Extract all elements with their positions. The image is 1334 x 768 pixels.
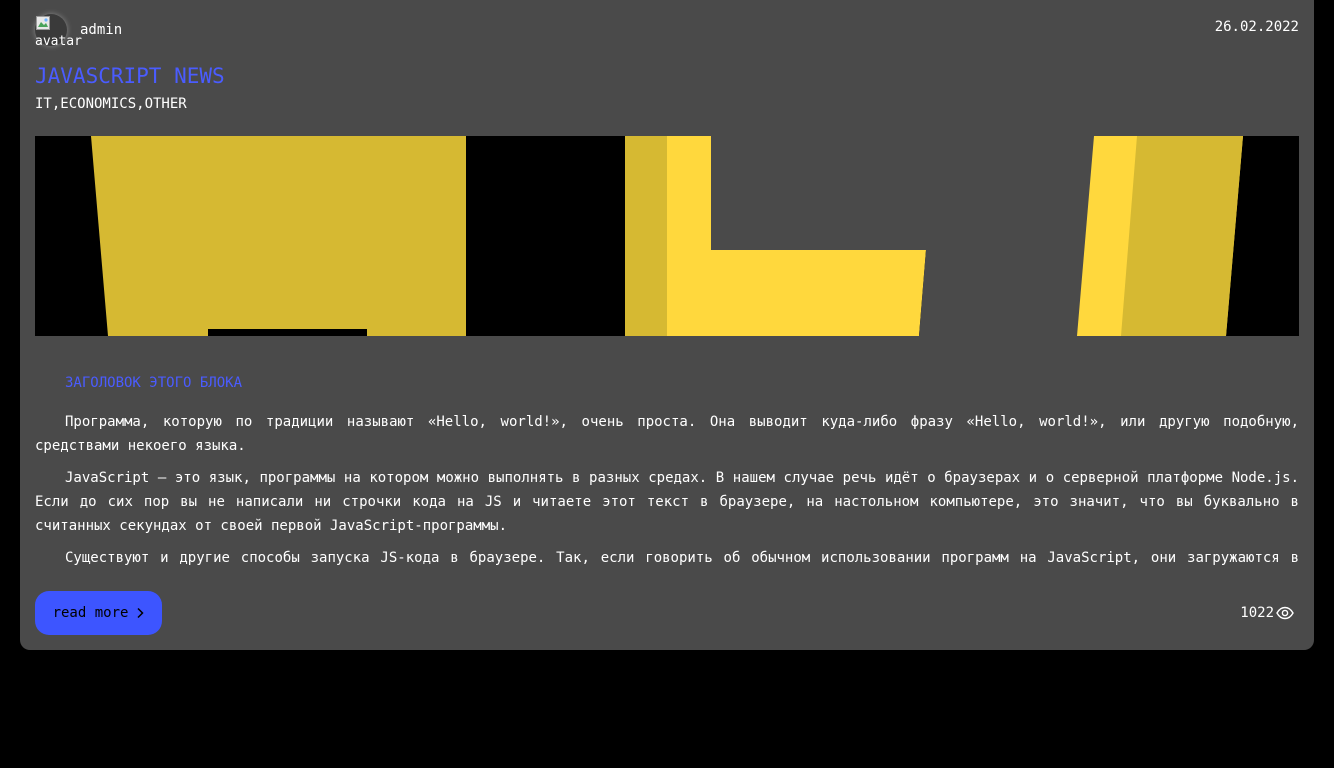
avatar-alt-text: avatar bbox=[35, 34, 82, 49]
avatar[interactable]: avatar bbox=[35, 14, 82, 49]
post-date: 26.02.2022 bbox=[1214, 19, 1299, 35]
paragraph: Существуют и другие способы запуска JS-к… bbox=[65, 550, 1299, 566]
paragraph: Программа, которую по традиции называют … bbox=[35, 414, 1299, 454]
eye-icon bbox=[1276, 606, 1294, 620]
view-counter: 1022 bbox=[1240, 605, 1294, 621]
js-logo-image bbox=[35, 136, 1299, 336]
paragraph: JavaScript — это язык, программы на кото… bbox=[35, 470, 1299, 534]
post-card: avatar admin 26.02.2022 JAVASCRIPT NEWS … bbox=[20, 0, 1314, 650]
chevron-right-icon bbox=[136, 607, 144, 619]
post-title[interactable]: JAVASCRIPT NEWS bbox=[35, 63, 225, 89]
view-count: 1022 bbox=[1240, 605, 1274, 621]
read-more-label: read more bbox=[52, 605, 129, 621]
post-author: avatar admin bbox=[35, 14, 122, 49]
post-categories: IT,ECONOMICS,OTHER bbox=[35, 96, 187, 112]
broken-image-icon bbox=[36, 16, 50, 30]
post-body: Программа, которую по традиции называют … bbox=[35, 410, 1299, 570]
read-more-button[interactable]: read more bbox=[35, 591, 162, 635]
post-hero-image bbox=[35, 136, 1299, 336]
section-heading: ЗАГОЛОВОК ЭТОГО БЛОКА bbox=[65, 375, 243, 391]
author-name[interactable]: admin bbox=[80, 22, 122, 38]
